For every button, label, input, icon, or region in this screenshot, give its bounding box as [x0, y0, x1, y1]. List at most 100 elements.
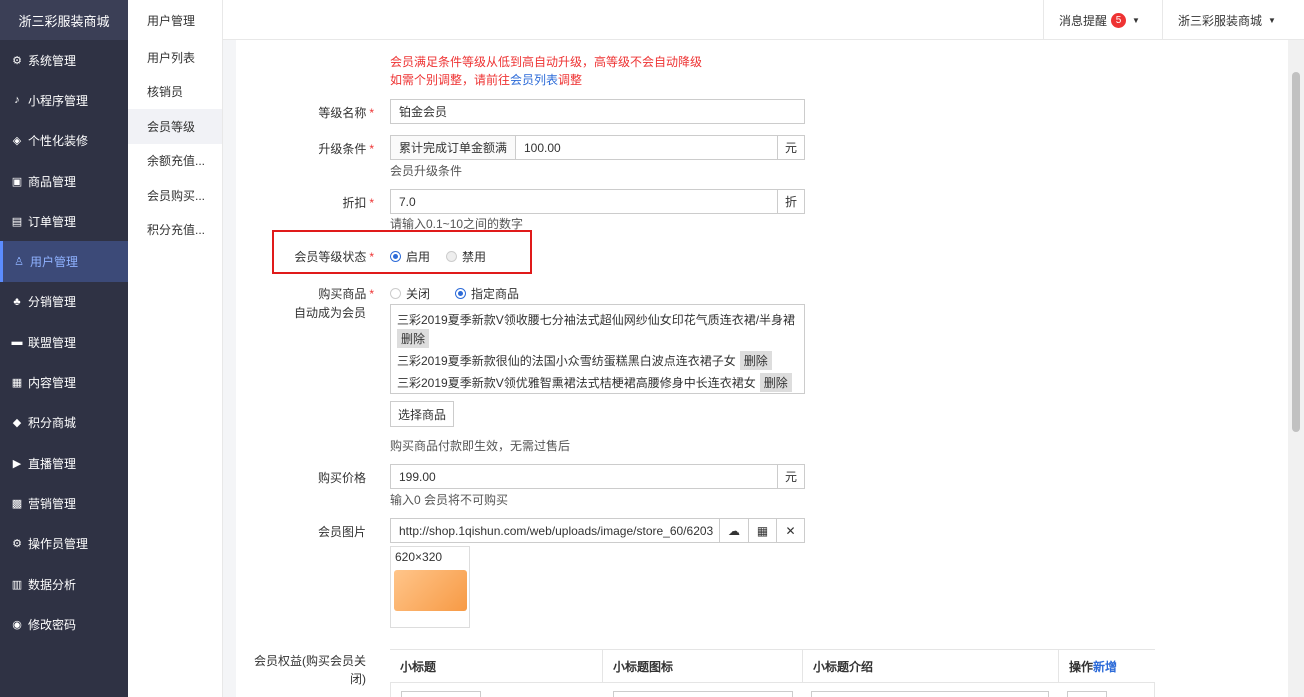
subnav-title: 用户管理: [147, 13, 196, 28]
status-label: 会员等级状态 *: [294, 250, 374, 264]
member-card-thumbnail: [394, 570, 467, 611]
sub-sidebar: 用户管理 用户列表 核销员 会员等级 余额充值... 会员购买... 积分充值...: [128, 0, 223, 697]
sidebar-item[interactable]: ▦ 内容管理: [0, 362, 128, 402]
status-disable-radio[interactable]: 禁用: [446, 248, 486, 265]
sidebar-item[interactable]: ⚙ 操作员管理: [0, 524, 128, 564]
sidebar-item-label: 积分商城: [28, 416, 77, 431]
menu-icon: ♣: [13, 295, 21, 308]
scrollbar-thumb[interactable]: [1292, 72, 1300, 432]
subnav-item[interactable]: 会员等级: [128, 109, 222, 144]
discount-input[interactable]: 7.0: [390, 189, 778, 214]
radio-checked-icon: [455, 288, 466, 299]
chevron-down-icon: ▼: [1268, 15, 1276, 25]
delete-goods-button[interactable]: 删除: [739, 351, 772, 370]
messages-label: 消息提醒: [1059, 13, 1108, 28]
goods-item: 三彩2019夏季新款V领收腰七分袖法式超仙网纱仙女印花气质连衣裙/半身裙: [397, 313, 796, 327]
menu-icon: ◈: [12, 135, 22, 148]
sidebar-item-label: 订单管理: [28, 214, 77, 229]
subnav-item[interactable]: 余额充值...: [128, 144, 222, 179]
buy-goods-label: 购买商品 *: [318, 287, 374, 301]
messages-dropdown[interactable]: 消息提醒 5 ▼: [1043, 0, 1162, 40]
sidebar-item-label: 数据分析: [28, 577, 77, 592]
sidebar-item-label: 内容管理: [28, 376, 77, 391]
sidebar-item-label: 系统管理: [28, 53, 77, 68]
sidebar-item[interactable]: ◆ 积分商城: [0, 403, 128, 443]
subnav-item[interactable]: 核销员: [128, 75, 222, 110]
benefit-title-input[interactable]: [401, 691, 481, 697]
menu-icon: ⚙: [12, 54, 22, 67]
upload-cloud-icon[interactable]: ☁: [719, 518, 749, 543]
radio-unchecked-icon: [446, 251, 457, 262]
sidebar-item[interactable]: ◈ 个性化装修: [0, 121, 128, 161]
subnav-item[interactable]: 积分充值...: [128, 213, 222, 248]
add-benefit-link[interactable]: 新增: [1093, 658, 1117, 675]
sidebar-item[interactable]: ▶ 直播管理: [0, 443, 128, 483]
image-preview: 620×320: [390, 546, 470, 628]
sidebar-item-label: 商品管理: [28, 174, 77, 189]
sidebar-item[interactable]: ♣ 分销管理: [0, 282, 128, 322]
store-label: 浙三彩服装商城: [1178, 13, 1263, 28]
select-goods-button[interactable]: 选择商品: [390, 401, 454, 427]
level-name-input[interactable]: 铂金会员: [390, 99, 805, 124]
discount-unit: 折: [777, 189, 805, 214]
sidebar-item[interactable]: ▣ 商品管理: [0, 161, 128, 201]
menu-icon: ◉: [12, 618, 22, 631]
adjust-notice-suffix: 调整: [558, 73, 583, 87]
menu-icon: ▦: [11, 377, 23, 390]
buy-goods-specified-radio[interactable]: 指定商品: [455, 285, 519, 302]
sidebar-item[interactable]: ♙ 用户管理: [0, 241, 128, 282]
benefits-table-row: [390, 683, 1155, 697]
page-scrollbar[interactable]: [1288, 40, 1304, 697]
image-label: 会员图片: [317, 525, 366, 539]
subnav-item[interactable]: 用户列表: [128, 40, 222, 75]
upgrade-amount-input[interactable]: 100.00: [515, 135, 778, 160]
image-size-label: 620×320: [395, 550, 443, 564]
menu-icon: ⚙: [12, 538, 22, 551]
menu-icon: ◆: [12, 417, 22, 430]
sidebar-item-label: 联盟管理: [28, 335, 77, 350]
price-unit: 元: [777, 464, 805, 489]
level-name-label: 等级名称 *: [318, 106, 374, 120]
buy-goods-help: 购买商品付款即生效，无需过售后: [390, 439, 571, 453]
sidebar-item[interactable]: ⚙ 系统管理: [0, 40, 128, 80]
messages-count-badge: 5: [1111, 12, 1127, 28]
status-enable-radio[interactable]: 启用: [390, 248, 430, 265]
sidebar-item[interactable]: ▤ 订单管理: [0, 201, 128, 241]
buy-goods-label-line2: 自动成为会员: [293, 306, 366, 320]
clear-close-icon[interactable]: ✕: [776, 518, 805, 543]
sidebar-item-label: 修改密码: [28, 617, 77, 632]
menu-icon: ♙: [14, 256, 24, 269]
image-url-input[interactable]: http://shop.1qishun.com/web/uploads/imag…: [390, 518, 720, 543]
goods-item: 三彩2019夏季新款很仙的法国小众雪纺蛋糕黑白波点连衣裙子女 删除: [397, 351, 772, 370]
sidebar-item-label: 操作员管理: [28, 537, 89, 552]
sidebar-item[interactable]: ▬ 联盟管理: [0, 322, 128, 362]
menu-icon: ▣: [11, 175, 23, 188]
adjust-notice: 如需个别调整，请前往会员列表调整: [390, 71, 582, 88]
sidebar-item[interactable]: ▥ 数据分析: [0, 564, 128, 604]
menu-icon: ▩: [11, 497, 23, 510]
member-list-link[interactable]: 会员列表: [510, 73, 558, 87]
selected-goods-list: 三彩2019夏季新款V领收腰七分袖法式超仙网纱仙女印花气质连衣裙/半身裙 删除 …: [390, 304, 805, 394]
store-dropdown[interactable]: 浙三彩服装商城 ▼: [1162, 0, 1304, 40]
buy-goods-off-radio[interactable]: 关闭: [390, 285, 430, 302]
delete-goods-button[interactable]: 删除: [397, 329, 430, 348]
benefit-delete-button[interactable]: [1067, 691, 1107, 697]
benefit-icon-input[interactable]: [613, 691, 793, 697]
col-icon: 小标题图标: [602, 649, 802, 683]
sidebar-item[interactable]: ◉ 修改密码: [0, 604, 128, 644]
top-bar: 消息提醒 5 ▼ 浙三彩服装商城 ▼: [223, 0, 1304, 40]
delete-goods-button[interactable]: 删除: [759, 373, 792, 392]
sidebar-item-label: 营销管理: [28, 496, 77, 511]
benefits-table-header: 小标题 小标题图标 小标题介绍 操作 新增: [390, 649, 1155, 683]
upgrade-condition-prefix: 累计完成订单金额满: [390, 135, 516, 160]
upgrade-notice: 会员满足条件等级从低到高自动升级，高等级不会自动降级: [390, 55, 703, 69]
gallery-grid-icon[interactable]: ▦: [748, 518, 777, 543]
benefit-intro-input[interactable]: [811, 691, 1049, 697]
subnav-item[interactable]: 会员购买...: [128, 178, 222, 213]
brand-title[interactable]: 浙三彩服装商城: [0, 0, 128, 40]
sidebar-item[interactable]: ♪ 小程序管理: [0, 80, 128, 120]
radio-unchecked-icon: [390, 288, 401, 299]
menu-icon: ▥: [11, 578, 23, 591]
sidebar-item[interactable]: ▩ 营销管理: [0, 483, 128, 523]
price-input[interactable]: 199.00: [390, 464, 778, 489]
